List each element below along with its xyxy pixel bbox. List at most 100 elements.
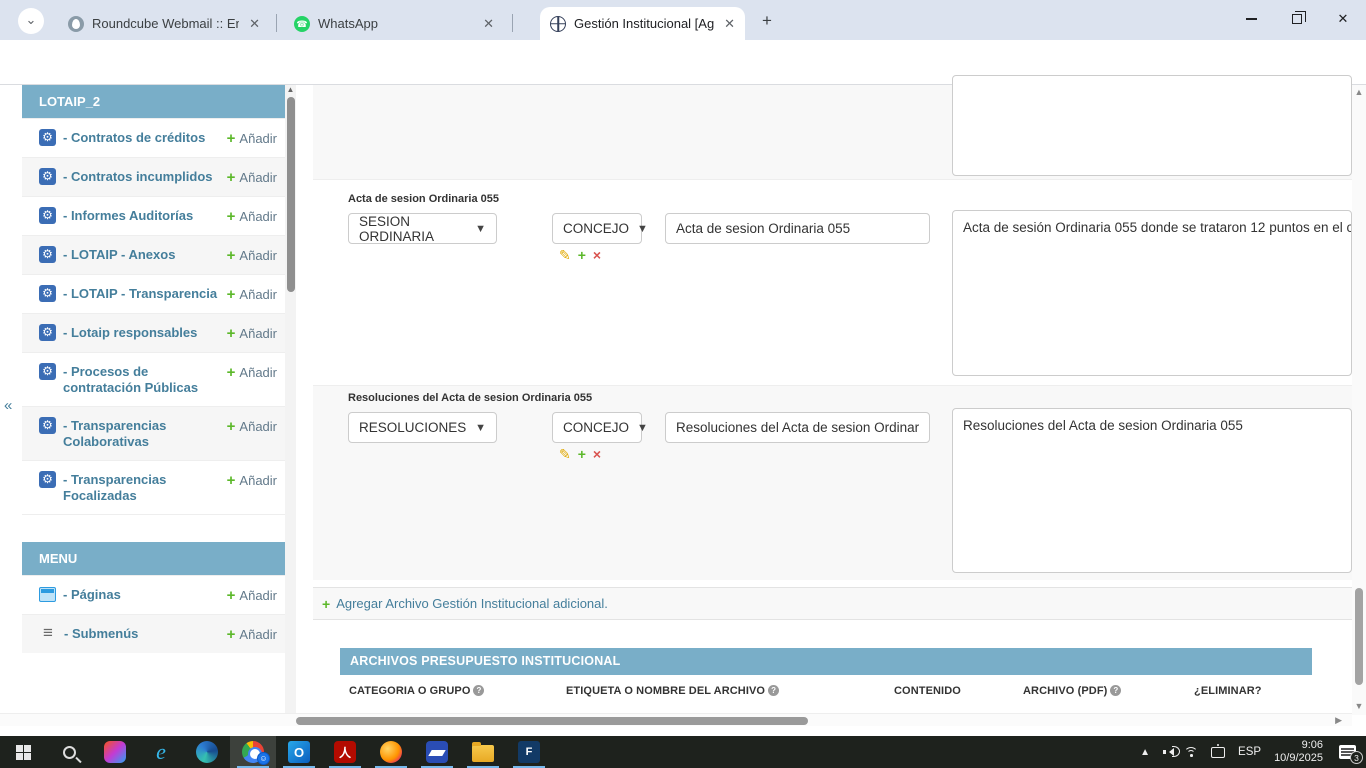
notification-center-icon[interactable]: 3 xyxy=(1339,745,1356,759)
tab-gestion-institucional[interactable]: Gestión Institucional [Agosto-2 ✕ xyxy=(540,7,745,40)
help-icon[interactable]: ? xyxy=(1110,685,1121,696)
scroll-right-arrow[interactable]: ▶ xyxy=(1335,714,1342,726)
sidebar-item-label[interactable]: - Procesos de contratación Públicas xyxy=(63,363,227,396)
field-label: Acta de sesion Ordinaria 055 xyxy=(348,193,499,205)
internet-explorer-icon[interactable]: e xyxy=(138,736,184,768)
add-link[interactable]: +Añadir xyxy=(227,168,277,186)
delete-icon[interactable]: × xyxy=(593,247,601,264)
organo-select[interactable]: CONCEJO▼ xyxy=(552,213,642,244)
contenido-textarea[interactable]: Acta de sesión Ordinaria 055 donde se tr… xyxy=(952,210,1352,376)
sidebar-item-lotaip-anexos[interactable]: ⚙ - LOTAIP - Anexos +Añadir xyxy=(22,235,285,274)
scroll-down-arrow[interactable]: ▼ xyxy=(1352,701,1366,711)
help-icon[interactable]: ? xyxy=(768,685,779,696)
new-tab-button[interactable]: + xyxy=(755,9,779,33)
sidebar-item-label[interactable]: - Páginas xyxy=(63,586,227,603)
organo-select[interactable]: CONCEJO▼ xyxy=(552,412,642,443)
chevron-down-icon: ▼ xyxy=(475,223,486,235)
chrome-icon[interactable]: ☺ xyxy=(230,736,276,768)
clock[interactable]: 9:06 10/9/2025 xyxy=(1274,739,1323,765)
minimize-button[interactable] xyxy=(1228,0,1274,38)
wifi-icon[interactable] xyxy=(1184,747,1198,757)
delete-icon[interactable]: × xyxy=(593,446,601,463)
sidebar-item-label[interactable]: - Transparencias Focalizadas xyxy=(63,471,227,504)
sidebar-item-label[interactable]: - LOTAIP - Transparencia xyxy=(63,285,227,302)
edit-icon[interactable]: ✎ xyxy=(559,446,571,463)
scrollbar-thumb[interactable] xyxy=(287,97,295,292)
sidebar-item-submenus[interactable]: ≡ - Submenús +Añadir xyxy=(22,614,285,653)
scroll-up-arrow[interactable]: ▲ xyxy=(1352,87,1366,97)
tab-search-button[interactable]: ⌄ xyxy=(18,8,44,34)
search-button[interactable] xyxy=(46,736,92,768)
section-header-archivos-presupuesto: ARCHIVOS PRESUPUESTO INSTITUCIONAL xyxy=(340,648,1312,675)
cast-icon[interactable] xyxy=(1211,747,1225,758)
scrollbar-thumb[interactable] xyxy=(1355,588,1363,685)
sidebar-item-contratos-incumplidos[interactable]: ⚙ - Contratos incumplidos +Añadir xyxy=(22,157,285,196)
tab-close-icon[interactable]: ✕ xyxy=(249,16,260,32)
tab-roundcube[interactable]: Roundcube Webmail :: Entrada ✕ xyxy=(58,7,270,40)
close-window-button[interactable]: ✕ xyxy=(1320,0,1366,38)
gear-icon: ⚙ xyxy=(39,168,56,185)
page-horizontal-scrollbar[interactable]: ▶ xyxy=(0,713,1352,726)
copilot-icon[interactable] xyxy=(92,736,138,768)
f-app-icon[interactable]: F xyxy=(506,736,552,768)
add-link[interactable]: +Añadir xyxy=(227,129,277,147)
add-link[interactable]: +Añadir xyxy=(227,207,277,225)
add-link[interactable]: +Añadir xyxy=(227,363,277,381)
add-link[interactable]: +Añadir xyxy=(227,246,277,264)
add-link[interactable]: +Añadir xyxy=(227,324,277,342)
language-indicator[interactable]: ESP xyxy=(1238,746,1261,758)
tipo-select[interactable]: RESOLUCIONES▼ xyxy=(348,412,497,443)
add-link[interactable]: +Añadir xyxy=(227,285,277,303)
tab-close-icon[interactable]: ✕ xyxy=(483,16,494,32)
etiqueta-input[interactable]: Resoluciones del Acta de sesion Ordinari… xyxy=(665,412,930,443)
tab-whatsapp[interactable]: ☎ WhatsApp ✕ xyxy=(284,7,504,40)
add-link[interactable]: +Añadir xyxy=(227,586,277,604)
add-icon[interactable]: + xyxy=(578,446,586,463)
tipo-select[interactable]: SESION ORDINARIA▼ xyxy=(348,213,497,244)
sidebar-item-lotaip-transparencia[interactable]: ⚙ - LOTAIP - Transparencia +Añadir xyxy=(22,274,285,313)
content-textarea[interactable] xyxy=(952,75,1352,176)
sidebar-item-lotaip-responsables[interactable]: ⚙ - Lotaip responsables +Añadir xyxy=(22,313,285,352)
sidebar-item-label[interactable]: - Contratos de créditos xyxy=(63,129,227,146)
sidebar-item-transparencias-colaborativas[interactable]: ⚙ - Transparencias Colaborativas +Añadir xyxy=(22,406,285,460)
sidebar-item-procesos-contratacion[interactable]: ⚙ - Procesos de contratación Públicas +A… xyxy=(22,352,285,406)
sidebar-item-label[interactable]: - Submenús xyxy=(64,625,227,642)
edge-icon[interactable] xyxy=(184,736,230,768)
contenido-textarea[interactable]: Resoluciones del Acta de sesion Ordinari… xyxy=(952,408,1352,573)
sidebar-collapse-icon[interactable]: « xyxy=(4,397,12,414)
add-inline-row[interactable]: + Agregar Archivo Gestión Institucional … xyxy=(313,587,1352,620)
tab-close-icon[interactable]: ✕ xyxy=(724,16,735,32)
volume-icon[interactable] xyxy=(1163,748,1171,756)
add-link[interactable]: +Añadir xyxy=(227,471,277,489)
scanner-app-icon[interactable] xyxy=(414,736,460,768)
scrollbar-thumb[interactable] xyxy=(296,717,808,725)
add-inline-link[interactable]: Agregar Archivo Gestión Institucional ad… xyxy=(336,596,608,611)
add-link[interactable]: +Añadir xyxy=(227,417,277,435)
etiqueta-input[interactable]: Acta de sesion Ordinaria 055 xyxy=(665,213,930,244)
firefox-icon[interactable] xyxy=(368,736,414,768)
sidebar-item-label[interactable]: - Lotaip responsables xyxy=(63,324,227,341)
plus-icon: + xyxy=(322,596,330,612)
add-icon[interactable]: + xyxy=(578,247,586,264)
help-icon[interactable]: ? xyxy=(473,685,484,696)
start-button[interactable] xyxy=(0,736,46,768)
sidebar-item-label[interactable]: - Contratos incumplidos xyxy=(63,168,227,185)
sidebar-item-label[interactable]: - Informes Auditorías xyxy=(63,207,227,224)
restore-button[interactable] xyxy=(1274,0,1320,38)
file-explorer-icon[interactable] xyxy=(460,736,506,768)
outlook-icon[interactable]: O xyxy=(276,736,322,768)
page-vertical-scrollbar[interactable]: ▲ ▼ xyxy=(1352,85,1366,715)
sidebar-item-informes-auditorias[interactable]: ⚙ - Informes Auditorías +Añadir xyxy=(22,196,285,235)
tray-expand-icon[interactable]: ▲ xyxy=(1140,747,1150,758)
add-link[interactable]: +Añadir xyxy=(227,625,277,643)
sidebar-item-contratos-creditos[interactable]: ⚙ - Contratos de créditos +Añadir xyxy=(22,118,285,157)
edit-icon[interactable]: ✎ xyxy=(559,247,571,264)
sidebar-item-label[interactable]: - LOTAIP - Anexos xyxy=(63,246,227,263)
sidebar-item-label[interactable]: - Transparencias Colaborativas xyxy=(63,417,227,450)
sidebar-scrollbar[interactable]: ▲ xyxy=(285,85,296,725)
acrobat-icon[interactable]: 人 xyxy=(322,736,368,768)
sidebar-item-paginas[interactable]: - Páginas +Añadir xyxy=(22,575,285,614)
plus-icon: + xyxy=(227,364,236,381)
scroll-up-arrow[interactable]: ▲ xyxy=(285,85,296,94)
sidebar-item-transparencias-focalizadas[interactable]: ⚙ - Transparencias Focalizadas +Añadir xyxy=(22,460,285,514)
